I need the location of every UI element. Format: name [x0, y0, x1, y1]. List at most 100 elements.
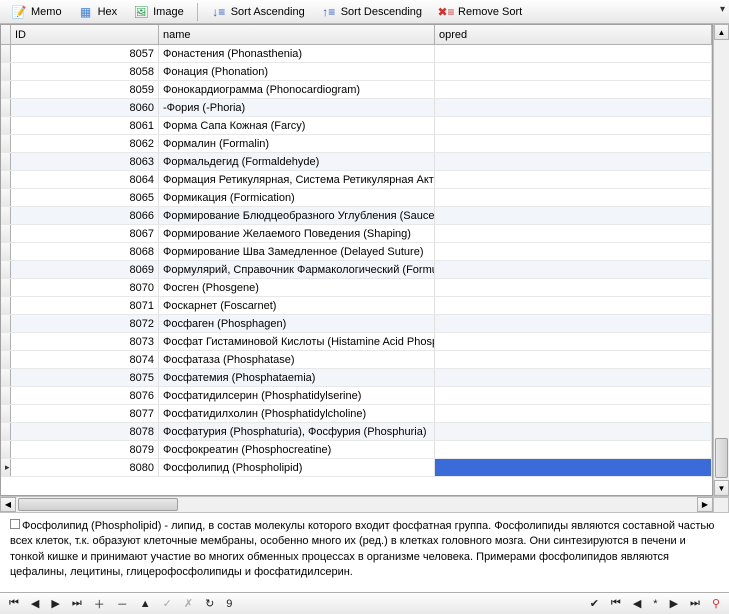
cell-id[interactable]: 8061 [11, 117, 159, 134]
cell-opred[interactable] [435, 387, 712, 404]
cell-name[interactable]: Фосфокреатин (Phosphocreatine) [159, 441, 435, 458]
cell-opred[interactable] [435, 45, 712, 62]
cell-id[interactable]: 8077 [11, 405, 159, 422]
cell-opred[interactable] [435, 135, 712, 152]
table-row[interactable]: 8080Фосфолипид (Phospholipid) [1, 459, 712, 477]
nav-filter-button[interactable]: ⚲ [709, 597, 723, 610]
cell-name[interactable]: Фосфаген (Phosphagen) [159, 315, 435, 332]
cell-name[interactable]: Формикация (Formication) [159, 189, 435, 206]
cell-id[interactable]: 8065 [11, 189, 159, 206]
column-header-name[interactable]: name [159, 25, 435, 44]
vscroll-thumb[interactable] [715, 438, 728, 478]
cell-id[interactable]: 8062 [11, 135, 159, 152]
table-row[interactable]: 8069Формулярий, Справочник Фармакологиче… [1, 261, 712, 279]
cell-id[interactable]: 8066 [11, 207, 159, 224]
scroll-left-button[interactable]: ◀ [0, 497, 16, 512]
table-row[interactable]: 8060-Фория (-Phoria) [1, 99, 712, 117]
cell-opred[interactable] [435, 459, 712, 476]
cell-name[interactable]: Форма Сапа Кожная (Farcy) [159, 117, 435, 134]
nav-goto-prev-button[interactable]: ◀ [630, 597, 644, 610]
sort-asc-button[interactable]: ↓≡ Sort Ascending [204, 1, 312, 23]
cell-name[interactable]: Фосфат Гистаминовой Кислоты (Histamine A… [159, 333, 435, 350]
table-row[interactable]: 8067Формирование Желаемого Поведения (Sh… [1, 225, 712, 243]
cell-opred[interactable] [435, 189, 712, 206]
cell-opred[interactable] [435, 441, 712, 458]
table-row[interactable]: 8063Формальдегид (Formaldehyde) [1, 153, 712, 171]
cell-id[interactable]: 8074 [11, 351, 159, 368]
table-row[interactable]: 8070Фосген (Phosgene) [1, 279, 712, 297]
cell-id[interactable]: 8058 [11, 63, 159, 80]
cell-name[interactable]: Фосген (Phosgene) [159, 279, 435, 296]
cell-name[interactable]: Формация Ретикулярная, Система Ретикуляр… [159, 171, 435, 188]
cell-name[interactable]: Формулярий, Справочник Фармакологический… [159, 261, 435, 278]
cell-name[interactable]: Фосфатурия (Phosphaturia), Фосфурия (Pho… [159, 423, 435, 440]
column-header-opred[interactable]: opred [435, 25, 712, 44]
hscroll-track[interactable] [16, 497, 697, 512]
cell-opred[interactable] [435, 81, 712, 98]
cell-opred[interactable] [435, 297, 712, 314]
nav-first-button[interactable]: ⏮ [6, 597, 22, 610]
cell-name[interactable]: Фосфатаза (Phosphatase) [159, 351, 435, 368]
table-row[interactable]: 8058Фонация (Phonation) [1, 63, 712, 81]
table-row[interactable]: 8064Формация Ретикулярная, Система Ретик… [1, 171, 712, 189]
nav-post-button[interactable]: ✓ [160, 597, 175, 610]
hscroll-thumb[interactable] [18, 498, 178, 511]
cell-id[interactable]: 8073 [11, 333, 159, 350]
cell-id[interactable]: 8068 [11, 243, 159, 260]
vscroll-track[interactable] [714, 40, 729, 480]
cell-name[interactable]: Формирование Шва Замедленное (Delayed Su… [159, 243, 435, 260]
cell-id[interactable]: 8069 [11, 261, 159, 278]
cell-name[interactable]: Фонастения (Phonasthenia) [159, 45, 435, 62]
cell-name[interactable]: Фосфатемия (Phosphataemia) [159, 369, 435, 386]
cell-opred[interactable] [435, 153, 712, 170]
table-row[interactable]: 8076Фосфатидилсерин (Phosphatidylserine) [1, 387, 712, 405]
table-row[interactable]: 8061Форма Сапа Кожная (Farcy) [1, 117, 712, 135]
nav-last-button[interactable]: ⏭ [69, 597, 85, 610]
cell-name[interactable]: Фосфолипид (Phospholipid) [159, 459, 435, 476]
cell-opred[interactable] [435, 243, 712, 260]
sort-desc-button[interactable]: ↑≡ Sort Descending [314, 1, 429, 23]
remove-sort-button[interactable]: ✖≡ Remove Sort [431, 1, 529, 23]
table-row[interactable]: 8068Формирование Шва Замедленное (Delaye… [1, 243, 712, 261]
table-row[interactable]: 8075Фосфатемия (Phosphataemia) [1, 369, 712, 387]
table-row[interactable]: 8066Формирование Блюдцеобразного Углубле… [1, 207, 712, 225]
scroll-down-button[interactable]: ▼ [714, 480, 729, 496]
nav-prev-button[interactable]: ◀ [28, 597, 42, 610]
cell-id[interactable]: 8064 [11, 171, 159, 188]
scroll-up-button[interactable]: ▲ [714, 24, 729, 40]
table-row[interactable]: 8065Формикация (Formication) [1, 189, 712, 207]
memo-button[interactable]: 📝 Memo [4, 1, 69, 23]
cell-opred[interactable] [435, 63, 712, 80]
cell-name[interactable]: Формалин (Formalin) [159, 135, 435, 152]
cell-name[interactable]: Фоскарнет (Foscarnet) [159, 297, 435, 314]
cell-name[interactable]: Фосфатидилсерин (Phosphatidylserine) [159, 387, 435, 404]
nav-goto-last-button[interactable]: ⏭ [687, 597, 703, 610]
cell-id[interactable]: 8059 [11, 81, 159, 98]
cell-id[interactable]: 8078 [11, 423, 159, 440]
table-row[interactable]: 8057Фонастения (Phonasthenia) [1, 45, 712, 63]
table-row[interactable]: 8059Фонокардиограмма (Phonocardiogram) [1, 81, 712, 99]
cell-id[interactable]: 8060 [11, 99, 159, 116]
cell-opred[interactable] [435, 117, 712, 134]
scroll-right-button[interactable]: ▶ [697, 497, 713, 512]
table-row[interactable]: 8062Формалин (Formalin) [1, 135, 712, 153]
cell-opred[interactable] [435, 207, 712, 224]
nav-edit-button[interactable]: ▲ [137, 598, 154, 610]
image-button[interactable]: 🖼 Image [126, 1, 191, 23]
cell-name[interactable]: Формирование Блюдцеобразного Углубления … [159, 207, 435, 224]
cell-name[interactable]: -Фория (-Phoria) [159, 99, 435, 116]
cell-id[interactable]: 8080 [11, 459, 159, 476]
cell-id[interactable]: 8070 [11, 279, 159, 296]
toolbar-dropdown-icon[interactable]: ▾ [720, 4, 725, 15]
cell-opred[interactable] [435, 279, 712, 296]
cell-id[interactable]: 8067 [11, 225, 159, 242]
column-header-id[interactable]: ID [11, 25, 159, 44]
cell-name[interactable]: Фонокардиограмма (Phonocardiogram) [159, 81, 435, 98]
table-row[interactable]: 8079Фосфокреатин (Phosphocreatine) [1, 441, 712, 459]
cell-opred[interactable] [435, 261, 712, 278]
nav-goto-first-button[interactable]: ⏮ [608, 597, 624, 610]
cell-id[interactable]: 8076 [11, 387, 159, 404]
vertical-scrollbar[interactable]: ▲ ▼ [713, 24, 729, 496]
horizontal-scrollbar[interactable]: ◀ ▶ [0, 496, 729, 512]
nav-refresh-button[interactable]: ↻ [202, 597, 217, 610]
